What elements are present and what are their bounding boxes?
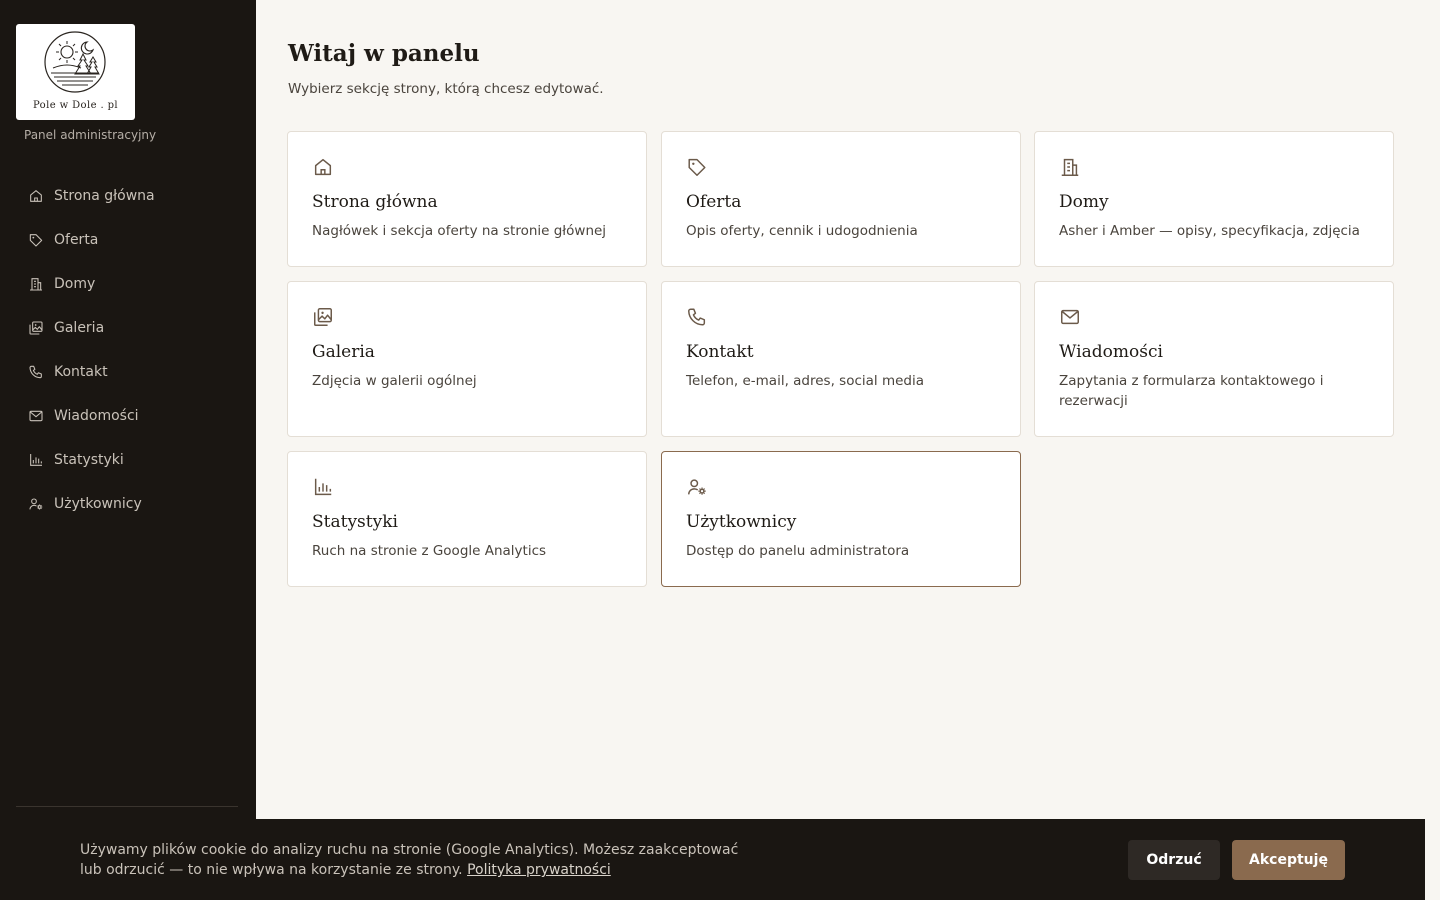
sidebar: Pole w Dole . pl Panel administracyjny S…	[0, 0, 256, 900]
card-description: Asher i Amber — opisy, specyfikacja, zdj…	[1059, 223, 1360, 239]
card-title: Galeria	[312, 342, 375, 362]
mail-icon	[28, 408, 44, 424]
cookie-message: Używamy plików cookie do analizy ruchu n…	[80, 842, 739, 878]
card-title: Oferta	[686, 192, 742, 212]
privacy-policy-link[interactable]: Polityka prywatności	[467, 862, 611, 878]
card-description: Opis oferty, cennik i udogodnienia	[686, 223, 918, 239]
card-statystyki[interactable]: Statystyki Ruch na stronie z Google Anal…	[287, 451, 647, 587]
card-uzytkownicy[interactable]: Użytkownicy Dostęp do panelu administrat…	[661, 451, 1021, 587]
user-settings-icon	[28, 496, 44, 512]
card-galeria[interactable]: Galeria Zdjęcia w galerii ogólnej	[287, 281, 647, 437]
sidebar-item-label: Oferta	[54, 232, 99, 248]
user-settings-icon	[686, 476, 708, 498]
tag-icon	[686, 156, 708, 178]
logo-text: Pole w Dole . pl	[32, 100, 119, 111]
sidebar-item-wiadomosci[interactable]: Wiadomości	[16, 394, 240, 438]
cookie-banner: Używamy plików cookie do analizy ruchu n…	[0, 819, 1425, 900]
page-title: Witaj w panelu	[288, 40, 480, 67]
card-description: Dostęp do panelu administratora	[686, 543, 910, 559]
sidebar-item-strona-glowna[interactable]: Strona główna	[16, 174, 240, 218]
sidebar-item-domy[interactable]: Domy	[16, 262, 240, 306]
sidebar-item-label: Strona główna	[54, 188, 155, 204]
sidebar-item-label: Galeria	[54, 320, 105, 336]
card-title: Statystyki	[312, 512, 398, 532]
card-description: Nagłówek i sekcja oferty na stronie głów…	[312, 223, 607, 239]
home-icon	[312, 156, 334, 178]
sidebar-item-label: Wiadomości	[54, 408, 139, 424]
logo[interactable]: Pole w Dole . pl	[16, 24, 135, 120]
card-title: Strona główna	[312, 192, 438, 212]
card-description: Zdjęcia w galerii ogólnej	[312, 373, 477, 389]
phone-icon	[28, 364, 44, 380]
sidebar-item-uzytkownicy[interactable]: Użytkownicy	[16, 482, 240, 526]
page-subtitle: Wybierz sekcję strony, którą chcesz edyt…	[288, 81, 604, 97]
card-title: Domy	[1059, 192, 1109, 212]
sidebar-item-galeria[interactable]: Galeria	[16, 306, 240, 350]
cookie-text: Używamy plików cookie do analizy ruchu n…	[80, 840, 760, 880]
card-domy[interactable]: Domy Asher i Amber — opisy, specyfikacja…	[1034, 131, 1394, 267]
main-content: Witaj w panelu Wybierz sekcję strony, kt…	[256, 0, 1440, 900]
home-icon	[28, 188, 44, 204]
bar-chart-icon	[28, 452, 44, 468]
card-title: Kontakt	[686, 342, 754, 362]
sidebar-item-oferta[interactable]: Oferta	[16, 218, 240, 262]
logo-emblem-icon	[44, 31, 106, 93]
sidebar-item-statystyki[interactable]: Statystyki	[16, 438, 240, 482]
sidebar-item-label: Użytkownicy	[54, 496, 142, 512]
sidebar-nav: Strona główna Oferta Domy Galeria Kontak…	[16, 174, 240, 526]
card-description: Ruch na stronie z Google Analytics	[312, 543, 547, 559]
card-strona-glowna[interactable]: Strona główna Nagłówek i sekcja oferty n…	[287, 131, 647, 267]
sidebar-item-label: Domy	[54, 276, 96, 292]
gallery-icon	[312, 306, 334, 328]
sidebar-item-label: Kontakt	[54, 364, 108, 380]
bar-chart-icon	[312, 476, 334, 498]
reject-cookies-button[interactable]: Odrzuć	[1128, 840, 1220, 880]
sidebar-item-label: Statystyki	[54, 452, 124, 468]
accept-cookies-button[interactable]: Akceptuję	[1232, 840, 1345, 880]
card-description: Zapytania z formularza kontaktowego i re…	[1059, 373, 1324, 409]
building-icon	[28, 276, 44, 292]
mail-icon	[1059, 306, 1081, 328]
sidebar-divider	[16, 806, 238, 807]
card-oferta[interactable]: Oferta Opis oferty, cennik i udogodnieni…	[661, 131, 1021, 267]
gallery-icon	[28, 320, 44, 336]
panel-label: Panel administracyjny	[24, 128, 157, 142]
building-icon	[1059, 156, 1081, 178]
card-wiadomosci[interactable]: Wiadomości Zapytania z formularza kontak…	[1034, 281, 1394, 437]
tag-icon	[28, 232, 44, 248]
card-title: Użytkownicy	[686, 512, 797, 532]
card-kontakt[interactable]: Kontakt Telefon, e-mail, adres, social m…	[661, 281, 1021, 437]
sidebar-item-kontakt[interactable]: Kontakt	[16, 350, 240, 394]
card-title: Wiadomości	[1059, 342, 1163, 362]
phone-icon	[686, 306, 708, 328]
card-description: Telefon, e-mail, adres, social media	[686, 373, 924, 389]
